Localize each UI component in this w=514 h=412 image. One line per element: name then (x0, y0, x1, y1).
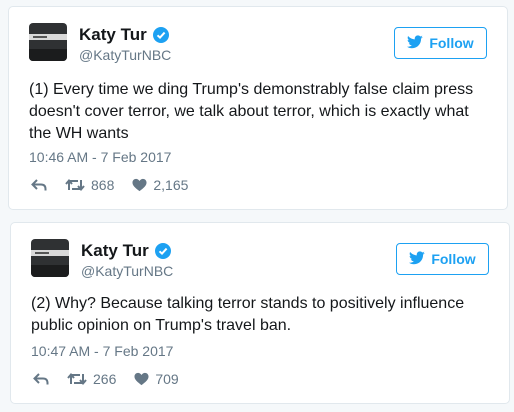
verified-badge-icon (154, 243, 171, 259)
tweet-text: (1) Every time we ding Trump's demonstra… (29, 81, 474, 142)
author-name[interactable]: Katy Tur (81, 241, 171, 261)
tweet-actions: 266 709 (33, 371, 197, 387)
author-name[interactable]: Katy Tur (79, 25, 169, 45)
reply-button[interactable] (31, 178, 47, 192)
retweet-count: 266 (93, 371, 117, 387)
tweet-timestamp[interactable]: 10:46 AM - 7 Feb 2017 (29, 149, 171, 165)
author-handle[interactable]: @KatyTurNBC (81, 263, 173, 279)
tweet-text: (2) Why? Because talking terror stands t… (31, 295, 465, 334)
author-handle[interactable]: @KatyTurNBC (79, 47, 171, 63)
author-name-text[interactable]: Katy Tur (79, 25, 147, 45)
retweet-count: 868 (91, 177, 115, 193)
reply-icon (33, 372, 49, 386)
verified-badge-icon (152, 27, 169, 43)
follow-label: Follow (429, 35, 474, 51)
retweet-button[interactable]: 266 (67, 371, 116, 387)
avatar[interactable] (29, 23, 67, 61)
reply-icon (31, 178, 47, 192)
twitter-bird-icon (409, 250, 426, 268)
retweet-button[interactable]: 868 (65, 177, 114, 193)
follow-label: Follow (431, 251, 476, 267)
follow-button[interactable]: Follow (394, 27, 487, 59)
author-name-text[interactable]: Katy Tur (81, 241, 149, 261)
tweet-timestamp[interactable]: 10:47 AM - 7 Feb 2017 (31, 343, 173, 359)
tweet-actions: 868 2,165 (31, 177, 206, 193)
follow-button[interactable]: Follow (396, 243, 489, 275)
like-count: 709 (155, 371, 179, 387)
like-button[interactable]: 709 (134, 371, 179, 387)
tweet-card: Katy Tur @KatyTurNBC Follow (2) Why? Bec… (10, 222, 510, 404)
avatar[interactable] (31, 239, 69, 277)
heart-icon (134, 372, 149, 386)
retweet-icon (67, 372, 87, 386)
reply-button[interactable] (33, 372, 49, 386)
tweet-card: Katy Tur @KatyTurNBC Follow (1) Every ti… (8, 6, 508, 210)
twitter-bird-icon (407, 34, 424, 52)
like-count: 2,165 (153, 177, 189, 193)
heart-icon (132, 178, 147, 192)
like-button[interactable]: 2,165 (132, 177, 188, 193)
retweet-icon (65, 178, 85, 192)
